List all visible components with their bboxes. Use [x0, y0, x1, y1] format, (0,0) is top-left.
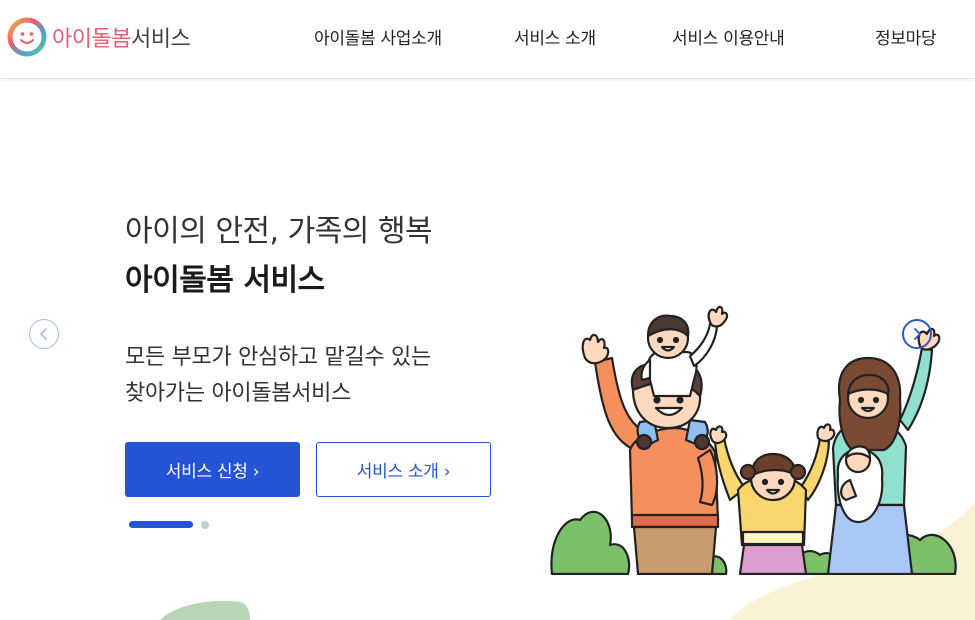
- logo-text: 아이돌봄서비스: [52, 27, 191, 52]
- family-illustration: [550, 305, 957, 575]
- hero-subtitle: 아이의 안전, 가족의 행복: [125, 214, 433, 249]
- service-intro-button[interactable]: 서비스 소개 ›: [316, 442, 491, 497]
- nav-item-service-intro[interactable]: 서비스 소개: [514, 24, 596, 49]
- hero-description-line: 찾아가는 아이돌봄서비스: [125, 381, 352, 406]
- carousel-next-button[interactable]: [902, 319, 932, 349]
- service-apply-button[interactable]: 서비스 신청 ›: [125, 442, 300, 497]
- nav-item-program-intro[interactable]: 아이돌봄 사업소개: [314, 24, 442, 49]
- chevron-right-icon: [914, 328, 921, 340]
- carousel-indicator-active[interactable]: [129, 521, 193, 528]
- site-logo[interactable]: 아이돌봄서비스: [6, 14, 191, 60]
- chevron-left-icon: [40, 328, 47, 340]
- nav-item-usage-guide[interactable]: 서비스 이용안내: [672, 24, 785, 49]
- site-header: 아이돌봄서비스 아이돌봄 사업소개 서비스 소개 서비스 이용안내 정보마당: [0, 0, 975, 79]
- hero-description-line: 모든 부모가 안심하고 맡길수 있는: [125, 345, 431, 370]
- nav-item-info-center[interactable]: 정보마당: [875, 24, 937, 49]
- decorative-leaf-shape: [160, 600, 250, 620]
- carousel-prev-button[interactable]: [29, 319, 59, 349]
- smiley-logo-icon: [7, 17, 47, 57]
- hero-title: 아이돌봄 서비스: [125, 263, 325, 298]
- hero-description: 모든 부모가 안심하고 맡길수 있는 찾아가는 아이돌봄서비스: [125, 340, 431, 412]
- carousel-indicator[interactable]: [201, 521, 209, 529]
